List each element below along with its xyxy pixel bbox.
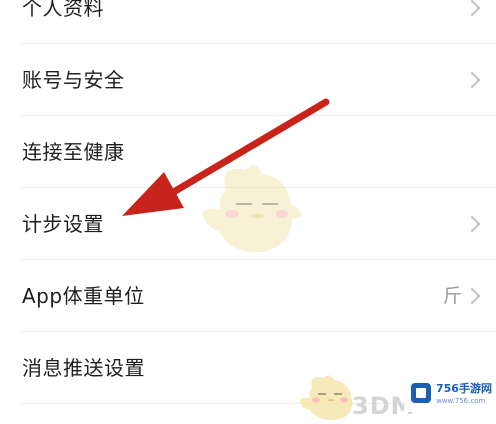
menu-item-label: 计步设置 <box>22 212 104 236</box>
settings-page: 个人资料 账号与安全 连接至健康 计步设置 App体重单位 斤 消息推送设置 3… <box>0 0 496 424</box>
chevron-right-icon <box>471 288 480 304</box>
menu-item-label: 连接至健康 <box>22 140 125 164</box>
menu-item-label: 个人资料 <box>22 0 104 20</box>
menu-item-weight-unit[interactable]: App体重单位 斤 <box>0 260 496 332</box>
weight-unit-value: 斤 <box>442 285 462 307</box>
menu-item-label: 消息推送设置 <box>22 356 145 380</box>
chevron-right-icon <box>471 0 480 16</box>
chevron-right-icon <box>471 72 480 88</box>
chick-mascot-icon <box>300 375 353 420</box>
cube-logo-icon <box>411 383 431 403</box>
watermark-logo: 756手游网 www.756.com <box>404 376 496 412</box>
chevron-right-icon <box>471 216 480 232</box>
watermark-url: www.756.com <box>436 397 486 405</box>
menu-item-profile[interactable]: 个人资料 <box>0 0 496 44</box>
menu-item-label: 账号与安全 <box>22 68 125 92</box>
menu-item-label: App体重单位 <box>22 284 145 308</box>
watermark-brand: 756手游网 <box>436 382 492 395</box>
red-arrow-icon <box>122 98 330 216</box>
